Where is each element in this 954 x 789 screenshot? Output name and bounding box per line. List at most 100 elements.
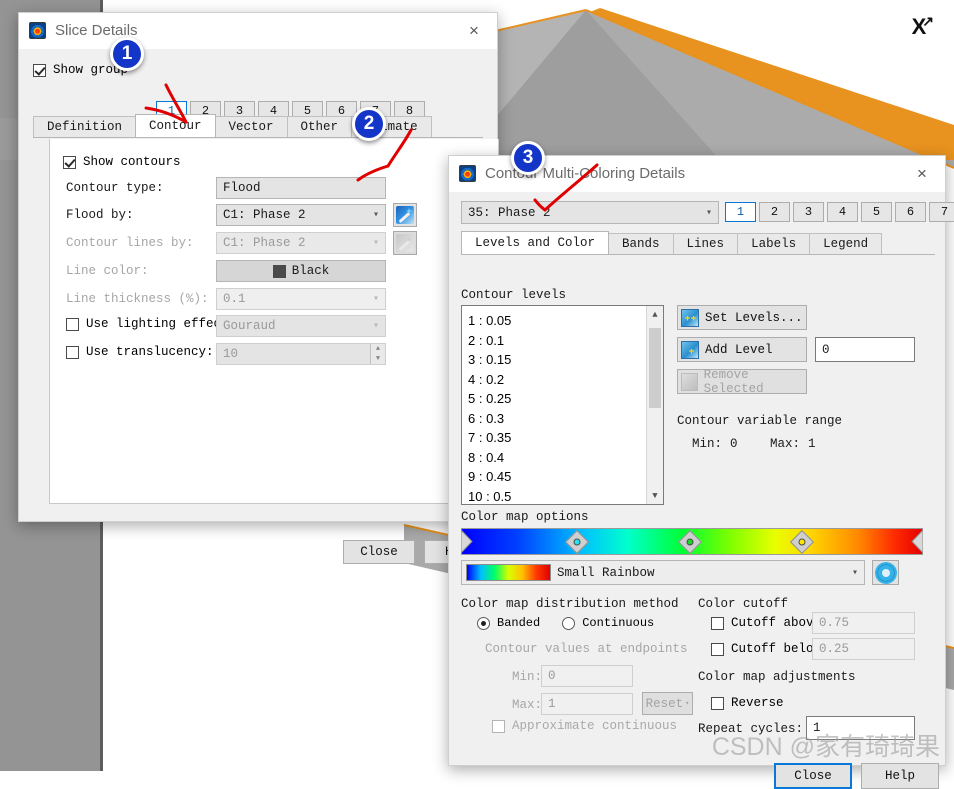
contour-levels-rows: 1 : 0.05 2 : 0.1 3 : 0.15 4 : 0.2 5 : 0.… bbox=[462, 306, 663, 505]
flood-by-wand-button[interactable] bbox=[393, 203, 417, 227]
use-translucency-label: Use translucency: bbox=[86, 345, 214, 359]
cutoff-above-checkbox[interactable]: Cutoff above: bbox=[711, 616, 829, 630]
contour-close-button[interactable]: Close bbox=[774, 763, 852, 789]
distribution-title: Color map distribution method bbox=[461, 597, 679, 611]
lighting-mode-select[interactable]: Gouraud ▾ bbox=[216, 315, 386, 337]
use-lighting-label: Use lighting effect: bbox=[86, 317, 237, 331]
contour-variable-select[interactable]: 35: Phase 2 ▾ bbox=[461, 201, 719, 224]
list-item[interactable]: 6 : 0.3 bbox=[468, 409, 663, 429]
approximate-continuous-checkbox: Approximate continuous bbox=[492, 719, 677, 733]
contour-group-tab-7[interactable]: 7 bbox=[929, 202, 954, 222]
colormap-select[interactable]: Small Rainbow ▾ bbox=[461, 560, 865, 585]
list-item[interactable]: 3 : 0.15 bbox=[468, 350, 663, 370]
set-levels-label: Set Levels... bbox=[705, 310, 803, 325]
contour-levels-label: Contour levels bbox=[461, 288, 567, 302]
contour-title: Contour Multi-Coloring Details bbox=[485, 165, 686, 182]
colormap-handle-1[interactable] bbox=[564, 529, 590, 554]
contour-group-tab-5[interactable]: 5 bbox=[861, 202, 892, 222]
lighting-mode-value: Gouraud bbox=[223, 319, 276, 333]
scroll-up-icon[interactable]: ▲ bbox=[647, 306, 663, 323]
cutoff-above-input[interactable]: 0.75 bbox=[812, 612, 915, 634]
colormap-left-cap[interactable] bbox=[461, 529, 475, 554]
annotation-badge-1: 1 bbox=[110, 37, 144, 71]
set-levels-button[interactable]: Set Levels... bbox=[677, 305, 807, 330]
chevron-down-icon: ▾ bbox=[705, 207, 712, 219]
list-item[interactable]: 4 : 0.2 bbox=[468, 370, 663, 390]
contour-group-tab-1[interactable]: 1 bbox=[725, 202, 756, 222]
reverse-checkbox[interactable]: Reverse bbox=[711, 696, 784, 710]
contour-lines-by-select[interactable]: C1: Phase 2 ▾ bbox=[216, 232, 386, 254]
tab-legend[interactable]: Legend bbox=[809, 233, 883, 254]
colormap-settings-button[interactable] bbox=[872, 560, 899, 585]
tab-lines[interactable]: Lines bbox=[672, 233, 739, 254]
adjustments-title: Color map adjustments bbox=[698, 670, 856, 684]
list-item[interactable]: 8 : 0.4 bbox=[468, 448, 663, 468]
contour-group-tab-2[interactable]: 2 bbox=[759, 202, 790, 222]
app-icon bbox=[459, 165, 476, 182]
radio-banded[interactable]: Banded bbox=[477, 616, 540, 630]
line-color-value: Black bbox=[291, 264, 330, 278]
spinner-up-icon[interactable]: ▲ bbox=[371, 344, 385, 354]
flood-by-value: C1: Phase 2 bbox=[223, 208, 306, 222]
tab-definition[interactable]: Definition bbox=[33, 116, 137, 137]
translucency-stepper[interactable]: 10 ▲ ▼ bbox=[216, 343, 386, 365]
slice-details-close-icon[interactable]: × bbox=[457, 18, 491, 44]
colormap-gradient-bar[interactable] bbox=[461, 528, 923, 555]
contour-variable-range-title: Contour variable range bbox=[677, 414, 843, 428]
add-level-button[interactable]: Add Level bbox=[677, 337, 807, 362]
list-item[interactable]: 5 : 0.25 bbox=[468, 389, 663, 409]
contour-group-tab-6[interactable]: 6 bbox=[895, 202, 926, 222]
endpoint-min-input[interactable]: 0 bbox=[541, 665, 633, 687]
line-thickness-select[interactable]: 0.1 ▾ bbox=[216, 288, 386, 310]
use-lighting-checkbox[interactable]: Use lighting effect: bbox=[66, 317, 236, 331]
line-color-button[interactable]: Black bbox=[216, 260, 386, 282]
contour-group-tabs[interactable]: 1 2 3 4 5 6 7 8 bbox=[725, 202, 954, 222]
spinner-down-icon[interactable]: ▼ bbox=[371, 354, 385, 364]
list-item[interactable]: 2 : 0.1 bbox=[468, 331, 663, 351]
line-color-label: Line color: bbox=[66, 264, 149, 278]
cutoff-below-input[interactable]: 0.25 bbox=[812, 638, 915, 660]
contour-help-button[interactable]: Help bbox=[861, 763, 939, 789]
slice-tabstrip[interactable]: Definition Contour Vector Other Animate bbox=[33, 114, 483, 138]
add-level-label: Add Level bbox=[705, 342, 773, 357]
checkbox-box bbox=[66, 345, 79, 359]
tab-levels-and-color[interactable]: Levels and Color bbox=[461, 231, 610, 254]
slice-close-button[interactable]: Close bbox=[343, 540, 415, 564]
scrollbar-thumb[interactable] bbox=[649, 328, 661, 408]
tab-bands[interactable]: Bands bbox=[608, 233, 674, 254]
tab-other[interactable]: Other bbox=[286, 116, 353, 137]
use-translucency-checkbox[interactable]: Use translucency: bbox=[66, 345, 214, 359]
contour-group-tab-4[interactable]: 4 bbox=[827, 202, 858, 222]
radio-continuous[interactable]: Continuous bbox=[562, 616, 654, 630]
color-swatch-icon bbox=[272, 264, 286, 278]
list-item[interactable]: 9 : 0.45 bbox=[468, 467, 663, 487]
colormap-handle-3[interactable] bbox=[790, 529, 815, 554]
contour-type-label: Contour type: bbox=[66, 181, 164, 195]
tab-contour[interactable]: Contour bbox=[135, 114, 216, 137]
contour-levels-scrollbar[interactable]: ▲ ▼ bbox=[646, 306, 663, 504]
contour-group-tab-3[interactable]: 3 bbox=[793, 202, 824, 222]
colormap-right-cap[interactable] bbox=[909, 529, 923, 554]
radio-banded-label: Banded bbox=[497, 616, 541, 630]
list-item[interactable]: 1 : 0.05 bbox=[468, 311, 663, 331]
slice-details-window: Slice Details × Show group 1 2 3 4 5 6 7… bbox=[18, 12, 499, 564]
show-contours-checkbox[interactable]: Show contours bbox=[63, 155, 181, 169]
approximate-continuous-label: Approximate continuous bbox=[512, 719, 678, 733]
checkbox-box bbox=[711, 616, 724, 630]
reverse-label: Reverse bbox=[731, 696, 784, 710]
add-level-input[interactable]: 0 bbox=[815, 337, 915, 362]
colormap-handle-2[interactable] bbox=[677, 529, 702, 554]
spinner-arrows-icon[interactable]: ▲ ▼ bbox=[370, 344, 385, 364]
contour-close-icon[interactable]: × bbox=[905, 161, 939, 187]
flood-by-select[interactable]: C1: Phase 2 ▾ bbox=[216, 204, 386, 226]
cutoff-below-checkbox[interactable]: Cutoff below: bbox=[711, 642, 829, 656]
tab-vector[interactable]: Vector bbox=[214, 116, 288, 137]
contour-levels-list[interactable]: 1 : 0.05 2 : 0.1 3 : 0.15 4 : 0.2 5 : 0.… bbox=[461, 305, 664, 505]
contour-multicoloring-window: Contour Multi-Coloring Details × 35: Pha… bbox=[448, 155, 954, 789]
contour-tabstrip[interactable]: Levels and Color Bands Lines Labels Lege… bbox=[461, 231, 935, 255]
scroll-down-icon[interactable]: ▼ bbox=[647, 487, 663, 504]
list-item[interactable]: 7 : 0.35 bbox=[468, 428, 663, 448]
list-item[interactable]: 10 : 0.5 bbox=[468, 487, 663, 505]
endpoint-max-input[interactable]: 1 bbox=[541, 693, 633, 715]
tab-labels[interactable]: Labels bbox=[737, 233, 811, 254]
